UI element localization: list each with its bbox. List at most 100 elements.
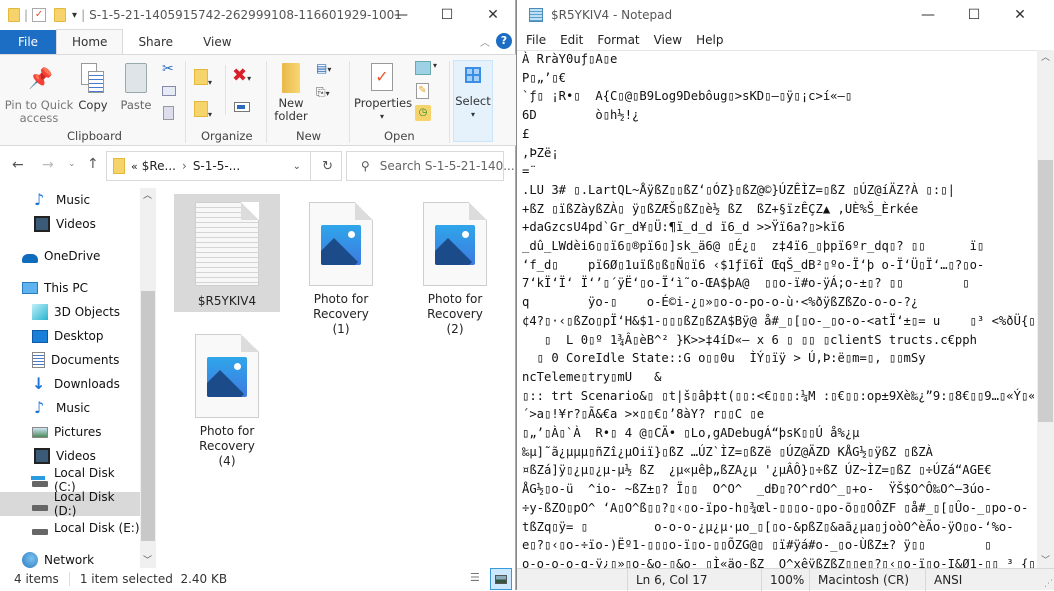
- menu-edit[interactable]: Edit: [553, 33, 590, 47]
- nav-item-local-disk-e[interactable]: Local Disk (E:): [0, 516, 140, 540]
- nav-item-music[interactable]: ♪ Music: [0, 188, 140, 212]
- up-button[interactable]: ↑: [87, 156, 99, 172]
- open-group-label: Open: [384, 129, 415, 143]
- maximize-button[interactable]: ☐: [951, 0, 997, 30]
- copy-to-button[interactable]: ▾: [194, 101, 216, 119]
- open-dropdown-icon[interactable]: ▾: [433, 61, 437, 70]
- easy-access-button[interactable]: ⎘▾: [316, 85, 330, 100]
- large-icons-view-button[interactable]: [490, 568, 512, 590]
- file-item[interactable]: Photo for Recovery (4): [174, 334, 280, 469]
- help-icon[interactable]: ?: [496, 33, 512, 49]
- nav-item-music[interactable]: ♪ Music: [0, 396, 140, 420]
- navigation-pane-scrollbar[interactable]: ︿ ﹀: [140, 188, 156, 568]
- copy-icon: [81, 63, 105, 95]
- breadcrumb-overflow[interactable]: «: [131, 160, 138, 173]
- details-view-button[interactable]: ☰: [470, 571, 486, 585]
- explorer-status-bar: 4 items 1 item selected 2.40 KB ☰: [0, 568, 516, 590]
- tab-file[interactable]: File: [0, 30, 56, 54]
- file-item[interactable]: $R5YKIV4: [174, 194, 280, 312]
- file-item[interactable]: Photo for Recovery (2): [402, 202, 508, 337]
- scroll-up-icon[interactable]: ︿: [1041, 50, 1050, 63]
- breadcrumb-current[interactable]: S-1-5-...: [193, 159, 240, 173]
- text-line: ▯ L 0▯º 1¾Â▯èB^² }K>>‡4íD«— x 6 ▯ ▯▯ ▯cl…: [522, 332, 977, 347]
- documents-icon: [32, 352, 45, 368]
- tab-share[interactable]: Share: [123, 30, 188, 54]
- menu-help[interactable]: Help: [689, 33, 730, 47]
- forward-button[interactable]: →: [42, 157, 54, 173]
- text-line: tßZq▯ÿ= ▯ o-o-o-¿µ¿µ·µo_▯[▯o-&pßZ▯&aã¿µa…: [522, 519, 1014, 534]
- delete-button[interactable]: ✖▾: [232, 65, 251, 86]
- select-button[interactable]: Select ▾: [453, 60, 493, 142]
- back-button[interactable]: ←: [12, 157, 24, 173]
- nav-item-videos[interactable]: Videos: [0, 444, 140, 468]
- resize-grip-icon[interactable]: ⋰: [1044, 579, 1053, 589]
- nav-item-this-pc[interactable]: This PC: [0, 276, 140, 300]
- file-item[interactable]: Photo for Recovery (1): [288, 202, 394, 337]
- vertical-scrollbar[interactable]: ︿ ﹀: [1037, 50, 1054, 568]
- rename-button[interactable]: [234, 102, 250, 112]
- copy-path-icon[interactable]: [162, 86, 176, 96]
- onedrive-icon: [22, 253, 38, 263]
- refresh-button[interactable]: ↻: [322, 159, 333, 174]
- new-item-button[interactable]: ▤▾: [316, 61, 331, 75]
- window-title: S-1-5-21-1405915742-262999108-116601929-…: [89, 8, 402, 22]
- menu-format[interactable]: Format: [590, 33, 646, 47]
- pin-to-quick-access-button[interactable]: 📌 Pin to Quick access: [4, 63, 74, 125]
- nav-item-3d-objects[interactable]: 3D Objects: [0, 300, 140, 324]
- address-bar[interactable]: « $Re... › S-1-5-... ⌄ ↻: [106, 151, 342, 181]
- this-pc-icon: [22, 282, 38, 294]
- minimize-button[interactable]: —: [378, 0, 424, 30]
- paste-button[interactable]: Paste: [118, 63, 154, 112]
- copy-button[interactable]: Copy: [76, 63, 110, 112]
- nav-item-onedrive[interactable]: OneDrive: [0, 244, 140, 268]
- photo-icon: [207, 357, 247, 397]
- breadcrumb-recycle-bin[interactable]: $Re...: [142, 159, 176, 173]
- text-line: 7‘kÏ‘Ï‘ Ï‘’▯´ÿË‘▯o-Ï‘ì˜o-ŒA$þA@ ▯▯o-ï#o-…: [522, 276, 970, 291]
- scroll-down-icon[interactable]: ﹀: [143, 553, 152, 566]
- search-box[interactable]: ⚲ Search S-1-5-21-140...: [346, 151, 515, 181]
- tab-view[interactable]: View: [188, 30, 246, 54]
- text-file-icon: [195, 202, 259, 286]
- text-line: ‰µ]˜ã¿µµµ▯ñZî¿µOiï}▯ßZ …ÚZ`ÌZ=▯ßZë ▯ÚZ@Ä…: [522, 444, 933, 459]
- nav-item-local-disk-c[interactable]: Local Disk (C:): [0, 466, 140, 494]
- edit-button[interactable]: ✎: [416, 83, 429, 99]
- scroll-down-icon[interactable]: ﹀: [1041, 553, 1050, 566]
- text-line: ¢4?▯·‹▯ßZo▯pÏ‘H&$1-▯▯▯ßZ▯ßZA$Bÿ@ å#_▯[▯o…: [522, 313, 1034, 328]
- window-title: $R5YKIV4 - Notepad: [551, 8, 673, 22]
- nav-item-videos[interactable]: Videos: [0, 212, 140, 236]
- paste-shortcut-icon[interactable]: [163, 106, 174, 120]
- open-button[interactable]: [415, 61, 431, 75]
- nav-item-documents[interactable]: Documents: [0, 348, 140, 372]
- tab-home[interactable]: Home: [56, 29, 124, 54]
- nav-item-pictures[interactable]: Pictures: [0, 420, 140, 444]
- divider: [68, 572, 70, 586]
- move-to-button[interactable]: ▾: [194, 69, 216, 87]
- maximize-button[interactable]: ☐: [424, 0, 470, 30]
- scroll-up-icon[interactable]: ︿: [143, 188, 152, 201]
- minimize-button[interactable]: —: [905, 0, 951, 30]
- text-line: ▯ 0 CoreIdle State::G o▯▯0u ÌÝ▯ïÿ > Ú,Þ:…: [522, 351, 926, 366]
- scrollbar-thumb[interactable]: [141, 291, 155, 541]
- customize-quick-access-icon[interactable]: ▾: [72, 10, 77, 21]
- address-dropdown-icon[interactable]: ⌄: [293, 161, 301, 172]
- nav-item-desktop[interactable]: Desktop: [0, 324, 140, 348]
- history-button[interactable]: ◷: [415, 105, 431, 121]
- properties-quick-icon[interactable]: ✓: [32, 8, 47, 22]
- properties-button[interactable]: ✓ Properties ▾: [354, 63, 412, 123]
- scrollbar-thumb[interactable]: [1038, 160, 1053, 422]
- organize-group-label: Organize: [201, 129, 253, 143]
- cut-icon[interactable]: ✂: [162, 61, 174, 77]
- file-name: Photo for Recovery (4): [199, 424, 255, 468]
- recent-locations-button[interactable]: ⌄: [68, 159, 76, 169]
- search-input[interactable]: Search S-1-5-21-140...: [380, 159, 515, 173]
- menu-view[interactable]: View: [647, 33, 689, 47]
- close-button[interactable]: ✕: [997, 0, 1043, 30]
- collapse-ribbon-icon[interactable]: ︿: [480, 34, 490, 49]
- new-folder-button[interactable]: New folder: [270, 63, 312, 123]
- close-button[interactable]: ✕: [470, 0, 516, 30]
- nav-item-downloads[interactable]: ↓ Downloads: [0, 372, 140, 396]
- nav-item-local-disk-d[interactable]: Local Disk (D:): [0, 490, 140, 518]
- menu-file[interactable]: File: [517, 33, 553, 47]
- text-content[interactable]: À RràY0uƒ▯A▯e P▯„’▯€ `ƒ▯ ¡R•▯ A{C▯@▯B9Log9…: [522, 50, 1034, 568]
- new-folder-quick-icon[interactable]: [54, 8, 67, 22]
